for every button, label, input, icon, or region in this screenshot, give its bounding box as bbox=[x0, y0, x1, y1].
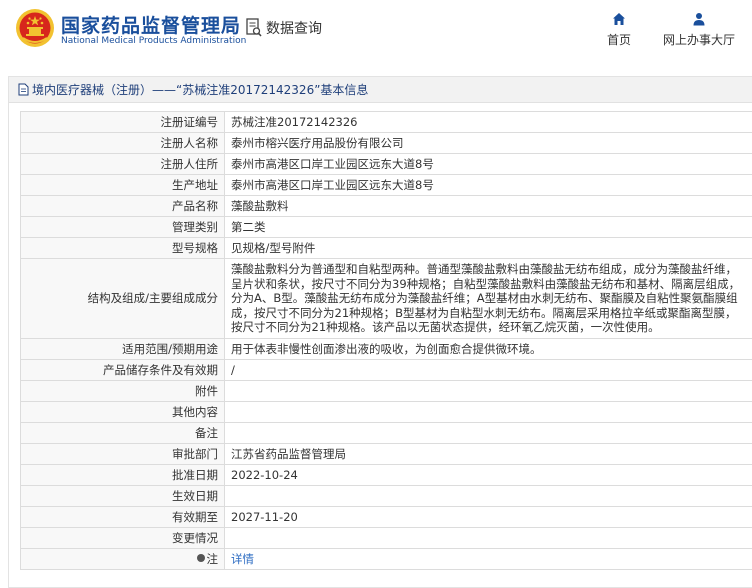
row-label: 产品储存条件及有效期 bbox=[20, 358, 225, 381]
table-row: 注册人名称 泰州市榕兴医疗用品股份有限公司 bbox=[20, 132, 752, 154]
row-value bbox=[224, 379, 752, 402]
row-label: 批准日期 bbox=[20, 463, 225, 486]
breadcrumb-text: 境内医疗器械（注册）——“苏械注准20172142326”基本信息 bbox=[32, 83, 369, 97]
user-icon bbox=[693, 13, 705, 26]
detail-panel: 境内医疗器械（注册）——“苏械注准20172142326”基本信息 注册证编号苏… bbox=[8, 76, 752, 588]
row-label: 注 bbox=[206, 551, 219, 566]
table-row: 批准日期 2022-10-24 bbox=[20, 463, 752, 486]
document-search-icon bbox=[246, 18, 262, 37]
row-value: 泰州市高港区口岸工业园区远东大道8号 bbox=[224, 174, 752, 196]
nav-home-label: 首页 bbox=[607, 33, 632, 47]
home-icon bbox=[613, 13, 625, 25]
note-icon bbox=[196, 554, 205, 562]
row-label: 附件 bbox=[20, 379, 225, 402]
row-value bbox=[224, 400, 752, 423]
row-value: / bbox=[224, 358, 752, 381]
nav-home-button[interactable]: 首页 bbox=[607, 12, 631, 48]
row-label: 有效期至 bbox=[20, 505, 225, 528]
agency-title: 国家药品监督管理局 bbox=[61, 15, 242, 37]
row-label: 管理类别 bbox=[20, 216, 225, 238]
row-value: 藻酸盐敷料分为普通型和自粘型两种。普通型藻酸盐敷料由藻酸盐无纺布组成，成分为藻酸… bbox=[224, 258, 752, 339]
row-label: 备注 bbox=[20, 421, 225, 444]
note-value-cell: 详情 bbox=[224, 547, 752, 570]
row-label: 其他内容 bbox=[20, 400, 225, 423]
row-label: 结构及组成/主要组成成分 bbox=[20, 258, 225, 339]
note-label-cell: 注 bbox=[20, 547, 225, 570]
national-emblem-logo bbox=[16, 9, 54, 47]
table-row: 有效期至 2027-11-20 bbox=[20, 505, 752, 528]
row-label: 注册人名称 bbox=[20, 132, 225, 154]
row-label: 型号规格 bbox=[20, 237, 225, 259]
row-value: 江苏省药品监督管理局 bbox=[224, 442, 752, 465]
nav-online-office-button[interactable]: 网上办事大厅 bbox=[663, 12, 735, 48]
table-row: 产品储存条件及有效期 / bbox=[20, 358, 752, 381]
device-info-table: 注册证编号 苏械注准20172142326 注册人名称 泰州市榕兴医疗用品股份有限公… bbox=[20, 111, 752, 570]
site-header: 国家药品监督管理局 National Medical Products Admi… bbox=[0, 0, 752, 58]
table-row: 型号规格 见规格/型号附件 bbox=[20, 237, 752, 259]
row-value: 2022-10-24 bbox=[224, 463, 752, 486]
details-link[interactable]: 详情 bbox=[231, 552, 254, 566]
table-row: 注册证编号 苏械注准20172142326 bbox=[20, 111, 752, 133]
table-row: 管理类别 第二类 bbox=[20, 216, 752, 238]
row-value: 见规格/型号附件 bbox=[224, 237, 752, 259]
agency-title-english: National Medical Products Administration bbox=[61, 36, 247, 46]
row-label: 审批部门 bbox=[20, 442, 225, 465]
table-row: 备注 bbox=[20, 421, 752, 444]
table-row: 审批部门 江苏省药品监督管理局 bbox=[20, 442, 752, 465]
row-value bbox=[224, 421, 752, 444]
row-label: 产品名称 bbox=[20, 195, 225, 217]
breadcrumb: 境内医疗器械（注册）——“苏械注准20172142326”基本信息 bbox=[9, 77, 752, 103]
row-label: 注册人住所 bbox=[20, 153, 225, 175]
table-row: 产品名称 藻酸盐敷料 bbox=[20, 195, 752, 217]
table-row: 变更情况 bbox=[20, 526, 752, 549]
data-query-link[interactable]: 数据查询 bbox=[246, 17, 322, 39]
row-label: 适用范围/预期用途 bbox=[20, 337, 225, 360]
row-value: 第二类 bbox=[224, 216, 752, 238]
row-label: 生产地址 bbox=[20, 174, 225, 196]
table-row: 生产地址 泰州市高港区口岸工业园区远东大道8号 bbox=[20, 174, 752, 196]
row-value: 用于体表非慢性创面渗出液的吸收，为创面愈合提供微环境。 bbox=[224, 337, 752, 360]
row-value: 2027-11-20 bbox=[224, 505, 752, 528]
data-query-label: 数据查询 bbox=[266, 21, 322, 37]
row-value: 苏械注准20172142326 bbox=[224, 111, 752, 133]
table-row: 结构及组成/主要组成成分 藻酸盐敷料分为普通型和自粘型两种。普通型藻酸盐敷料由藻酸… bbox=[20, 258, 752, 339]
table-row: 注 详情 bbox=[20, 547, 752, 570]
table-row: 附件 bbox=[20, 379, 752, 402]
document-icon bbox=[18, 83, 29, 96]
nav-online-office-label: 网上办事大厅 bbox=[663, 33, 736, 47]
row-value: 泰州市高港区口岸工业园区远东大道8号 bbox=[224, 153, 752, 175]
table-row: 其他内容 bbox=[20, 400, 752, 423]
table-row: 生效日期 bbox=[20, 484, 752, 507]
row-label: 变更情况 bbox=[20, 526, 225, 549]
row-value bbox=[224, 526, 752, 549]
row-value bbox=[224, 484, 752, 507]
row-value: 藻酸盐敷料 bbox=[224, 195, 752, 217]
row-label: 注册证编号 bbox=[20, 111, 225, 133]
table-row: 适用范围/预期用途 用于体表非慢性创面渗出液的吸收，为创面愈合提供微环境。 bbox=[20, 337, 752, 360]
table-row: 注册人住所 泰州市高港区口岸工业园区远东大道8号 bbox=[20, 153, 752, 175]
row-value: 泰州市榕兴医疗用品股份有限公司 bbox=[224, 132, 752, 154]
row-label: 生效日期 bbox=[20, 484, 225, 507]
